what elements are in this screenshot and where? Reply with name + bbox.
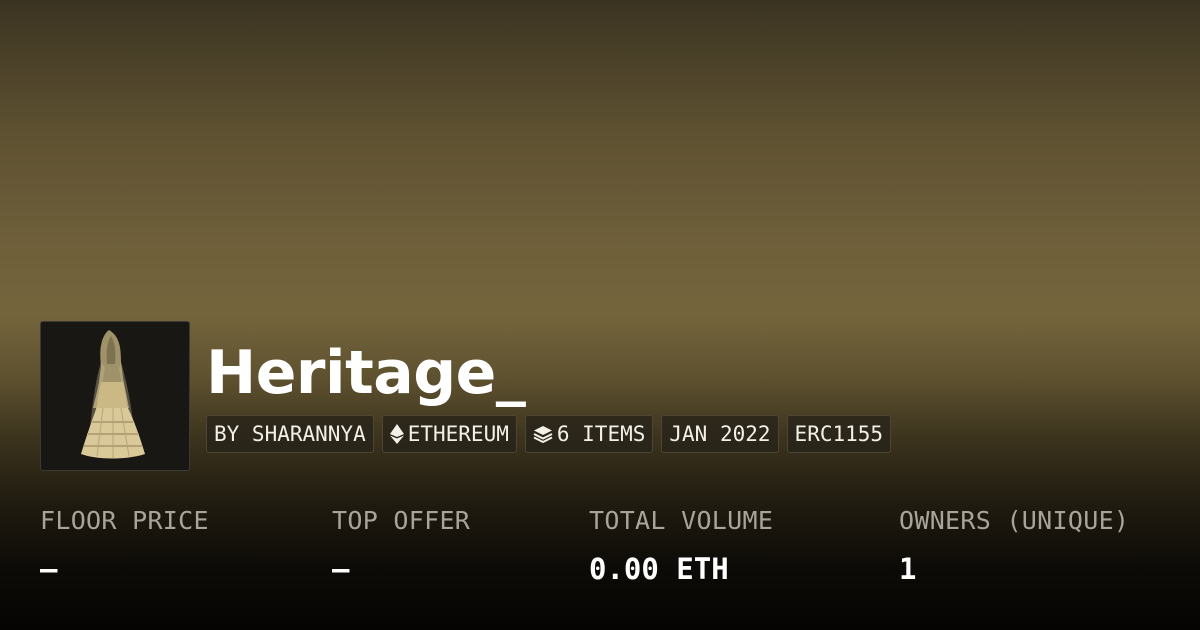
- top-offer-stat: TOP OFFER –: [332, 500, 470, 590]
- total-volume-value: 0.00 ETH: [589, 552, 729, 586]
- garment-image: [81, 330, 145, 459]
- token-standard-label: ERC1155: [794, 422, 884, 446]
- creator-label: BY SHARANNYA: [214, 422, 366, 446]
- layers-icon: [533, 425, 553, 443]
- date-chip: JAN 2022: [661, 415, 779, 453]
- date-label: JAN 2022: [669, 422, 771, 446]
- total-volume-stat: TOTAL VOLUME 0.00 ETH: [589, 500, 773, 590]
- items-label: 6 ITEMS: [556, 422, 646, 446]
- total-volume-label: TOTAL VOLUME: [589, 506, 774, 535]
- collection-title: Heritage_: [206, 338, 526, 408]
- owners-stat: OWNERS (UNIQUE) 1: [899, 500, 1129, 590]
- owners-label: OWNERS (UNIQUE): [899, 506, 1130, 535]
- floor-price-label: FLOOR PRICE: [40, 506, 209, 535]
- collection-share-card: Heritage_ BY SHARANNYA ETHEREUM 6 ITEMS …: [0, 0, 1200, 630]
- chain-label: ETHEREUM: [407, 422, 509, 446]
- owners-value: 1: [899, 552, 917, 586]
- ethereum-icon: [389, 424, 404, 444]
- collection-thumbnail: [40, 321, 190, 471]
- top-offer-value: –: [332, 552, 350, 586]
- collection-stats: FLOOR PRICE – TOP OFFER – TOTAL VOLUME 0…: [0, 500, 1200, 600]
- floor-price-stat: FLOOR PRICE –: [40, 500, 209, 590]
- creator-chip[interactable]: BY SHARANNYA: [206, 415, 374, 453]
- chain-chip: ETHEREUM: [381, 415, 517, 453]
- top-offer-label: TOP OFFER: [332, 506, 471, 535]
- floor-price-value: –: [40, 552, 58, 586]
- collection-meta-chips: BY SHARANNYA ETHEREUM 6 ITEMS JAN 2022 E…: [206, 415, 892, 453]
- items-chip: 6 ITEMS: [524, 415, 654, 453]
- token-standard-chip: ERC1155: [786, 415, 892, 453]
